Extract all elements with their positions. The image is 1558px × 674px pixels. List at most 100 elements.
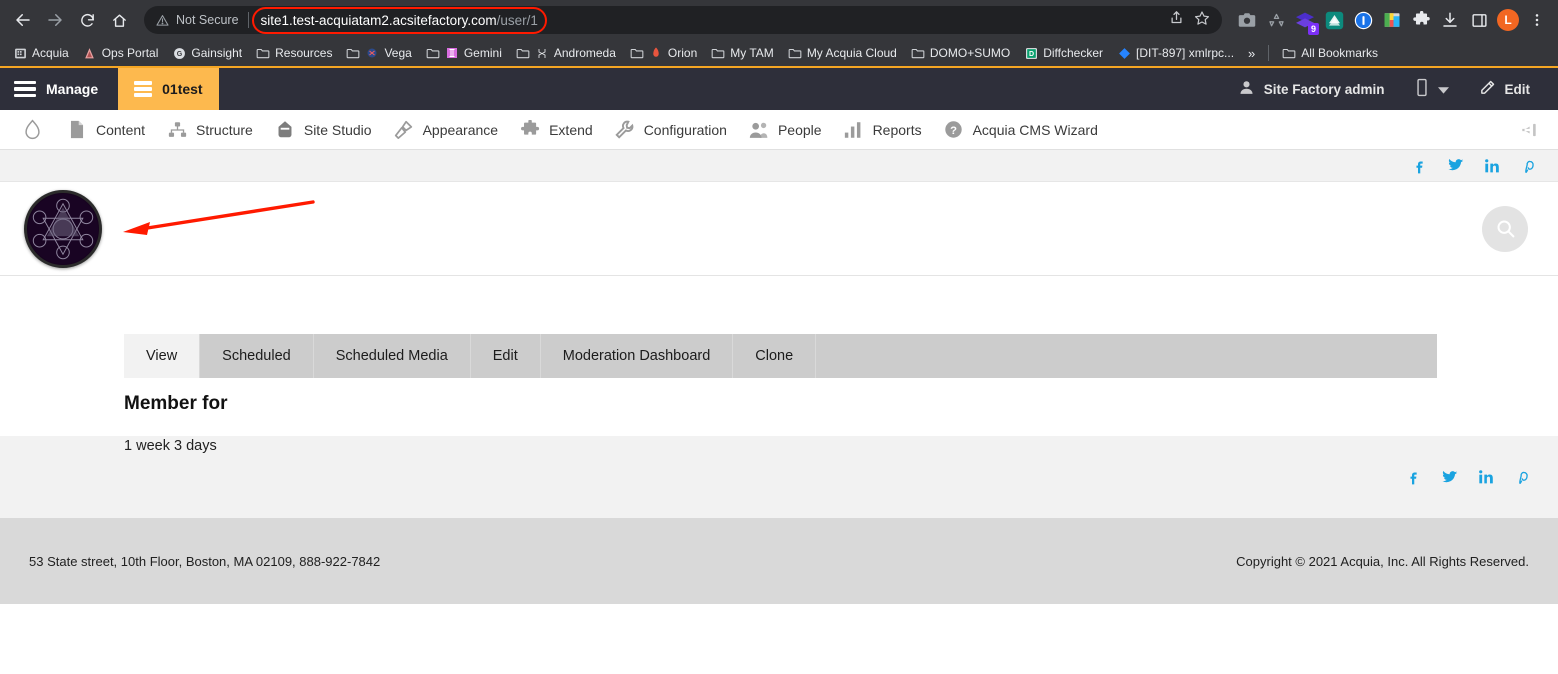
- security-indicator[interactable]: Not Secure: [156, 13, 248, 27]
- vega-emoji-icon: [365, 46, 379, 60]
- appearance-brush-icon: [394, 120, 414, 140]
- toolbar-device-preview-button[interactable]: [1401, 78, 1463, 100]
- admin-menu-item-appearance[interactable]: Appearance: [383, 110, 510, 150]
- bookmark-orion[interactable]: Orion: [623, 44, 704, 62]
- svg-text:?: ?: [950, 125, 957, 137]
- bookmark-label: Acquia: [32, 46, 69, 60]
- bookmark-acquia[interactable]: Acquia: [6, 44, 76, 62]
- bookmarks-overflow-button[interactable]: »: [1241, 46, 1262, 61]
- content-page-icon: [67, 120, 87, 140]
- site-search-button[interactable]: [1482, 205, 1528, 252]
- onepassword-icon[interactable]: [1350, 7, 1376, 33]
- bookmark-diffchecker[interactable]: D Diffchecker: [1017, 44, 1110, 62]
- profile-avatar[interactable]: L: [1495, 7, 1521, 33]
- url-domain: site1.test-acquiatam2.acsitefactory.com: [260, 12, 497, 28]
- camera-icon[interactable]: [1234, 7, 1260, 33]
- linkedin-icon[interactable]: [1478, 469, 1494, 485]
- kebab-menu-icon[interactable]: [1524, 7, 1550, 33]
- bookmarks-divider: [1268, 45, 1270, 61]
- admin-menu-label: Content: [96, 121, 146, 138]
- gemini-zodiac-icon: [445, 46, 459, 60]
- tab-scheduled[interactable]: Scheduled: [200, 334, 314, 378]
- bookmark-star-icon[interactable]: [1194, 10, 1210, 31]
- admin-menu-label: Structure: [196, 121, 253, 138]
- admin-menu-label: Site Studio: [303, 121, 372, 138]
- linkedin-icon[interactable]: [1484, 158, 1500, 174]
- bookmark-andromeda[interactable]: Andromeda: [509, 44, 623, 62]
- admin-menu-item-extend[interactable]: Extend: [509, 110, 604, 150]
- tab-view[interactable]: View: [124, 334, 201, 378]
- admin-menu-item-configuration[interactable]: Configuration: [604, 110, 738, 150]
- tab-label: Edit: [492, 348, 518, 364]
- security-label: Not Secure: [176, 13, 239, 27]
- layers-purple-icon[interactable]: 9: [1292, 7, 1319, 35]
- all-bookmarks-button[interactable]: All Bookmarks: [1275, 44, 1385, 62]
- home-icon[interactable]: [104, 5, 134, 35]
- drupal-admin-toolbar: Manage 01test Site Factory admin Edit: [0, 68, 1558, 110]
- admin-menu-item-structure[interactable]: Structure: [156, 110, 264, 150]
- pinterest-icon[interactable]: [1514, 469, 1530, 485]
- url-text[interactable]: site1.test-acquiatam2.acsitefactory.com /…: [251, 6, 547, 34]
- tab-label: View: [146, 348, 178, 364]
- bookmark-jira-ticket[interactable]: [DIT-897] xmlrpc...: [1110, 44, 1241, 62]
- tab-scheduled-media[interactable]: Scheduled Media: [313, 334, 471, 378]
- bookmark-my-tam[interactable]: My TAM: [704, 44, 781, 62]
- folder-icon: [630, 46, 644, 60]
- twitter-icon[interactable]: [1447, 157, 1464, 174]
- tabs-filler: [816, 334, 1437, 378]
- toolbar-user-button[interactable]: Site Factory admin: [1224, 79, 1399, 99]
- site-header: [0, 182, 1558, 276]
- bookmark-label: Andromeda: [553, 46, 616, 60]
- colorpicker-icon[interactable]: [1379, 7, 1405, 33]
- user-tabs: View Scheduled Scheduled Media Edit Mode…: [124, 334, 1437, 378]
- evernote-icon[interactable]: [1321, 7, 1347, 33]
- facebook-icon[interactable]: [1405, 469, 1421, 485]
- site-logo[interactable]: [24, 189, 102, 268]
- admin-menu-label: Acquia CMS Wizard: [972, 121, 1098, 138]
- reload-icon[interactable]: [72, 5, 102, 35]
- admin-menu-item-content[interactable]: Content: [56, 110, 156, 150]
- pinterest-icon[interactable]: [1520, 158, 1536, 174]
- tab-clone[interactable]: Clone: [733, 334, 817, 378]
- url-path: /user/1: [496, 12, 538, 28]
- forward-arrow-icon[interactable]: [40, 5, 70, 35]
- andromeda-symbol-icon: [535, 46, 549, 60]
- tab-label: Scheduled: [222, 348, 291, 364]
- bookmark-gemini[interactable]: Gemini: [419, 44, 509, 62]
- collapse-sidebar-icon[interactable]: [1520, 120, 1540, 140]
- sidepanel-icon[interactable]: [1466, 7, 1492, 33]
- omnibox[interactable]: Not Secure site1.test-acquiatam2.acsitef…: [144, 6, 1222, 34]
- page-title: Member for: [124, 393, 228, 414]
- admin-menu-item-reports[interactable]: Reports: [833, 110, 933, 150]
- admin-menu-item-acquia-cms-wizard[interactable]: ? Acquia CMS Wizard: [933, 110, 1109, 150]
- bookmark-my-acquia-cloud[interactable]: My Acquia Cloud: [781, 44, 904, 62]
- chevron-down-icon: [1437, 82, 1449, 97]
- admin-menu-item-people[interactable]: People: [738, 110, 833, 150]
- admin-menu-right: [1520, 120, 1548, 140]
- configuration-wrench-icon: [615, 120, 635, 140]
- tab-edit[interactable]: Edit: [470, 334, 541, 378]
- bookmark-gainsight[interactable]: G Gainsight: [165, 44, 249, 62]
- toolbar-edit-button[interactable]: Edit: [1465, 79, 1545, 99]
- puzzle-extensions-icon[interactable]: [1408, 7, 1434, 33]
- facebook-icon[interactable]: [1411, 158, 1427, 174]
- toolbar-right-group: Site Factory admin Edit: [1224, 68, 1558, 110]
- twitter-icon[interactable]: [1441, 469, 1458, 486]
- recycle-icon[interactable]: [1263, 7, 1289, 33]
- download-icon[interactable]: [1437, 7, 1463, 33]
- bookmark-ops-portal[interactable]: Ops Portal: [76, 44, 166, 62]
- share-icon[interactable]: [1169, 10, 1184, 30]
- bookmark-resources[interactable]: Resources: [249, 44, 339, 62]
- tab-moderation-dashboard[interactable]: Moderation Dashboard: [540, 334, 734, 378]
- toolbar-manage-button[interactable]: Manage: [0, 68, 118, 110]
- back-arrow-icon[interactable]: [8, 5, 38, 35]
- bookmark-domo-sumo[interactable]: DOMO+SUMO: [904, 44, 1017, 62]
- mobile-preview-icon: [1415, 78, 1429, 100]
- drupal-home-button[interactable]: [10, 110, 56, 150]
- toolbar-site-button[interactable]: 01test: [118, 68, 219, 110]
- folder-icon: [256, 46, 270, 60]
- user-avatar-icon: [1238, 79, 1255, 99]
- folder-icon: [426, 46, 440, 60]
- bookmark-vega[interactable]: Vega: [339, 44, 418, 62]
- admin-menu-item-site-studio[interactable]: Site Studio: [264, 110, 383, 150]
